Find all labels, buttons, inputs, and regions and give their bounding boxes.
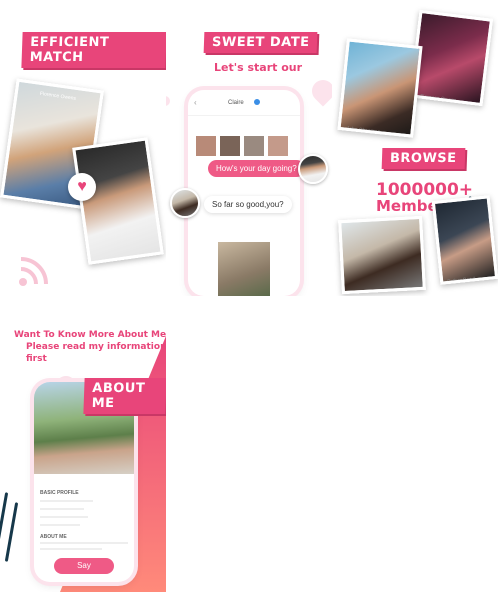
profile-detail-lines — [40, 500, 128, 532]
panel-about-me: Want To Know More About Me? Please read … — [0, 296, 166, 592]
basic-profile-heading: BASIC PROFILE — [40, 490, 79, 496]
chat-bubble-received: So far so good,you? — [204, 196, 292, 213]
strip-photo[interactable] — [268, 136, 288, 156]
about-me-heading: ABOUT ME — [40, 534, 67, 540]
decor-dot — [166, 96, 170, 106]
profile-photo-man[interactable] — [72, 137, 164, 265]
strip-photo[interactable] — [244, 136, 264, 156]
panel-browse: Florence Owens John Chapman BROWSE 10000… — [332, 0, 498, 296]
chat-image-message[interactable] — [218, 242, 270, 296]
sweet-date-tag: SWEET DATE — [203, 32, 318, 53]
chat-header-name: Claire — [228, 100, 244, 106]
back-icon[interactable]: ‹ — [194, 98, 197, 107]
member-card-john[interactable]: John Chapman — [337, 38, 423, 138]
about-text-lines — [40, 542, 128, 550]
panel-sweet-date: SWEET DATE Let's start our ‹ Claire How'… — [166, 0, 332, 296]
heart-icon: ♥ — [77, 178, 87, 195]
member-card-woman[interactable] — [338, 215, 426, 295]
receiver-avatar[interactable] — [170, 188, 200, 218]
member-card-esther[interactable]: Esther Reed — [431, 195, 498, 285]
member-name: Esther Reed — [446, 276, 476, 285]
about-me-tag: ABOUT ME — [83, 378, 166, 414]
chat-header: ‹ Claire — [188, 90, 300, 116]
wifi-decor-icon — [19, 257, 48, 286]
decor-stripes-left — [0, 492, 20, 572]
member-card-florence[interactable]: Florence Owens — [408, 9, 494, 107]
chat-photo-strip — [196, 136, 292, 158]
efficient-match-tag: EFFICIENT MATCH — [21, 32, 166, 68]
heart-button[interactable]: ♥ — [68, 173, 96, 201]
verified-icon — [254, 99, 260, 105]
about-line3: first — [26, 354, 47, 364]
decor-pin — [307, 75, 332, 107]
browse-tag: BROWSE — [381, 148, 465, 169]
member-name: John Chapman — [346, 125, 381, 136]
strip-photo[interactable] — [220, 136, 240, 156]
chat-phone-mockup: ‹ Claire — [188, 90, 300, 296]
sender-avatar[interactable] — [298, 154, 328, 184]
sweet-date-subtitle: Let's start our — [214, 61, 303, 74]
chat-bubble-sent: How's your day going? — [208, 160, 305, 177]
strip-photo[interactable] — [196, 136, 216, 156]
about-line2: Please read my information — [26, 342, 166, 352]
about-line1: Want To Know More About Me? — [14, 330, 166, 340]
photo-name-label: Florence Owens — [39, 90, 77, 102]
member-name: Florence Owens — [419, 93, 457, 104]
say-button[interactable]: Say — [54, 558, 114, 574]
panel-efficient-match: EFFICIENT MATCH Florence Owens ♥ — [0, 0, 166, 296]
